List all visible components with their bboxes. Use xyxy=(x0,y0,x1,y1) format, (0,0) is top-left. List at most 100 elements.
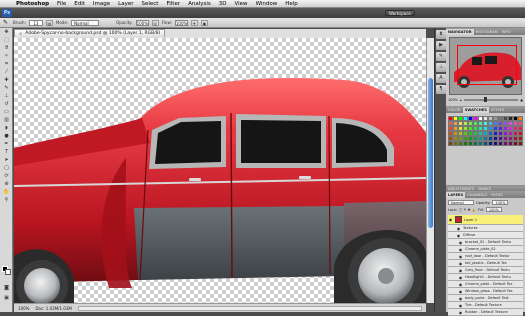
type-icon[interactable]: T xyxy=(1,148,12,156)
eye-icon[interactable]: ◉ xyxy=(458,261,463,266)
menu-photoshop[interactable]: Photoshop xyxy=(12,1,53,7)
layer-row[interactable]: ◉ Diffuse xyxy=(448,232,523,239)
lock-icon[interactable]: ▢ ✎ ✥ 🔒 xyxy=(459,208,476,212)
eye-icon[interactable]: ◉ xyxy=(458,247,463,252)
vertical-scrollbar[interactable] xyxy=(426,38,434,303)
menu-file[interactable]: File xyxy=(53,1,70,7)
layer-row[interactable]: ◉ roof_door - Default Textur xyxy=(448,253,523,260)
tab-channels[interactable]: CHANNELS xyxy=(465,192,489,198)
menu-3d[interactable]: 3D xyxy=(215,1,231,7)
eyedropper-icon[interactable]: ⁄ xyxy=(1,68,12,76)
actions-panel-icon[interactable]: ▶ xyxy=(436,41,446,50)
layer-row[interactable]: ◉ Rubber - Default Texture xyxy=(448,309,523,316)
crop-tool-icon[interactable]: ⌗ xyxy=(1,60,12,68)
tab-swatches[interactable]: SWATCHES xyxy=(462,107,489,113)
zoom-level[interactable]: 100% xyxy=(18,306,29,311)
layer-row[interactable]: ◉ bracket_02 - Default Textu xyxy=(448,239,523,246)
eraser-icon[interactable]: ▭ xyxy=(1,108,12,116)
eye-icon[interactable]: ◉ xyxy=(458,303,463,308)
eye-icon[interactable]: ◉ xyxy=(458,310,463,315)
document-tab[interactable]: × Adobe-Spycar-no-background.psd @ 100% … xyxy=(14,29,166,37)
tab-navigator[interactable]: NAVIGATOR xyxy=(446,29,474,35)
mode-dropdown[interactable]: Normal xyxy=(71,19,100,26)
screen-mode-icon[interactable]: ▣ xyxy=(1,294,12,302)
move-tool-icon[interactable]: ✥ xyxy=(1,28,12,36)
layer-row[interactable]: ◉ Headlight1 - Default Textu xyxy=(448,274,523,281)
opacity-field[interactable]: 100% xyxy=(135,19,149,26)
layer-row[interactable]: ◉ Window_glass - Default Tex xyxy=(448,288,523,295)
tab-info[interactable]: INFO xyxy=(500,29,513,35)
history-panel-icon[interactable]: ⧗ xyxy=(436,30,446,39)
hand-icon[interactable]: ✋ xyxy=(1,188,12,196)
navigator-thumbnail[interactable] xyxy=(449,37,522,95)
tab-layers[interactable]: LAYERS xyxy=(446,192,466,198)
menu-layer[interactable]: Layer xyxy=(114,1,137,7)
menu-edit[interactable]: Edit xyxy=(70,1,89,7)
navigator-zoom-value[interactable]: 100% xyxy=(448,98,458,102)
path-select-icon[interactable]: ➤ xyxy=(1,156,12,164)
blur-icon[interactable]: ◗ xyxy=(1,124,12,132)
paragraph-panel-icon[interactable]: ¶ xyxy=(436,85,446,94)
quick-select-icon[interactable]: ✧ xyxy=(1,52,12,60)
swatch[interactable] xyxy=(518,141,523,146)
menu-image[interactable]: Image xyxy=(89,1,114,7)
zoom-in-icon[interactable]: ▲ xyxy=(520,98,523,102)
menu-select[interactable]: Select xyxy=(138,1,163,7)
eye-icon[interactable]: ◉ xyxy=(458,282,463,287)
tab-color[interactable]: COLOR xyxy=(446,107,463,113)
eye-icon[interactable]: ◉ xyxy=(456,233,461,238)
gradient-icon[interactable]: ▥ xyxy=(1,116,12,124)
layer-row[interactable]: ◉ Chrome_plate - Default Tex xyxy=(448,281,523,288)
pressure-opacity-icon[interactable]: ◎ xyxy=(151,19,159,26)
layer-row[interactable]: ◉ Tire - Default Texture xyxy=(448,302,523,309)
3d-orbit-icon[interactable]: ⊕ xyxy=(1,180,12,188)
layer-opacity-field[interactable]: 100% xyxy=(492,200,509,205)
clone-stamp-icon[interactable]: ⊥ xyxy=(1,92,12,100)
menu-analysis[interactable]: Analysis xyxy=(184,1,215,7)
brush-tool-icon[interactable]: ✎ xyxy=(1,84,12,92)
zoom-icon[interactable]: ⚲ xyxy=(1,196,12,204)
tab-histogram[interactable]: HISTOGRAM xyxy=(474,29,500,35)
navigator-view-box[interactable] xyxy=(457,45,517,85)
workspace-switcher[interactable]: Workspace xyxy=(385,10,415,16)
eye-icon[interactable]: ◉ xyxy=(456,226,461,231)
brushes-panel-icon[interactable]: ✎ xyxy=(436,52,446,61)
layer-row[interactable]: ◉ Grey_floor - Default Textu xyxy=(448,267,523,274)
eye-icon[interactable]: ◉ xyxy=(458,268,463,273)
eye-icon[interactable]: ◉ xyxy=(458,240,463,245)
pressure-size-icon[interactable]: ◉ xyxy=(200,19,208,26)
character-panel-icon[interactable]: A xyxy=(436,74,446,83)
eye-icon[interactable]: ◉ xyxy=(458,296,463,301)
eye-icon[interactable]: ◉ xyxy=(448,217,453,222)
airbrush-icon[interactable]: ✈ xyxy=(190,19,198,26)
shape-icon[interactable]: ▢ xyxy=(1,164,12,172)
pen-icon[interactable]: ✒ xyxy=(1,140,12,148)
lasso-tool-icon[interactable]: ϑ xyxy=(1,44,12,52)
menu-window[interactable]: Window xyxy=(252,1,282,7)
eye-icon[interactable]: ◉ xyxy=(458,254,463,259)
horizontal-scrollbar[interactable] xyxy=(77,305,422,311)
quick-mask-icon[interactable]: ◙ xyxy=(1,284,12,292)
menu-help[interactable]: Help xyxy=(281,1,302,7)
tab-styles[interactable]: STYLES xyxy=(489,107,506,113)
navigator-zoom-slider[interactable] xyxy=(463,97,519,102)
3d-rotate-icon[interactable]: ⟳ xyxy=(1,172,12,180)
tab-paths[interactable]: PATHS xyxy=(489,192,505,198)
dodge-icon[interactable]: ● xyxy=(1,132,12,140)
brush-panel-icon[interactable]: ▤ xyxy=(45,19,53,26)
swatch-grid[interactable] xyxy=(448,116,523,146)
fill-field[interactable]: 100% xyxy=(485,207,502,212)
layer-row[interactable]: ◉ Textures xyxy=(448,225,523,232)
flow-field[interactable]: 100% xyxy=(174,19,188,26)
history-brush-icon[interactable]: ↺ xyxy=(1,100,12,108)
blend-mode-dropdown[interactable]: Normal xyxy=(448,200,474,205)
canvas[interactable] xyxy=(14,38,426,303)
brush-icon[interactable]: ✎ xyxy=(3,19,10,26)
marquee-tool-icon[interactable]: ⬚ xyxy=(1,36,12,44)
menu-view[interactable]: View xyxy=(231,1,252,7)
clone-source-icon[interactable]: ⊥ xyxy=(436,63,446,72)
layer-row[interactable]: ◉ tail_plastic - Default Tex xyxy=(448,260,523,267)
scroll-thumb[interactable] xyxy=(428,78,433,228)
layer-row[interactable]: ◉ Chrome_plate_02 xyxy=(448,246,523,253)
document-size[interactable]: Doc: 1.03M/1.03M xyxy=(35,306,71,311)
